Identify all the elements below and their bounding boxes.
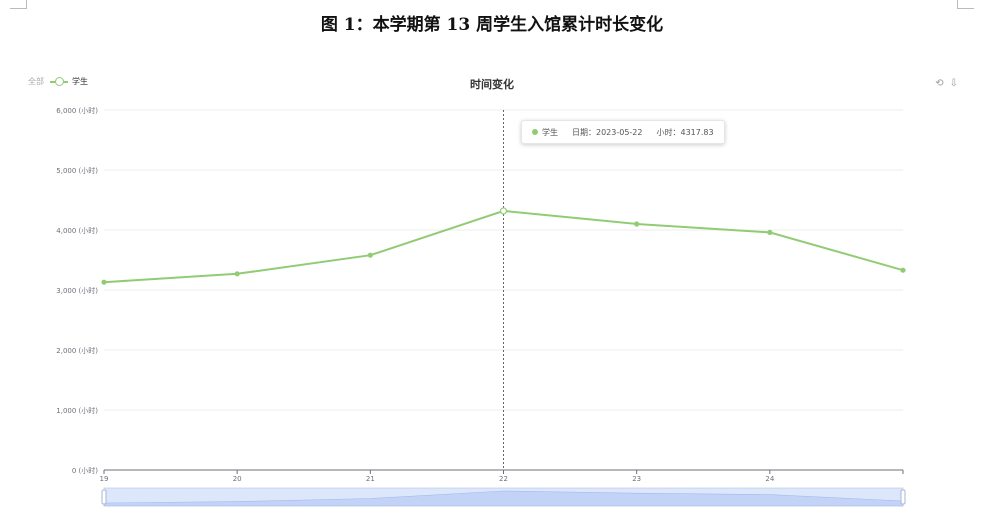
tooltip-date: 日期：2023-05-22	[572, 127, 643, 137]
data-point	[367, 252, 373, 258]
x-tick-label: 19	[100, 475, 109, 483]
tooltip-series-dot-icon	[532, 129, 538, 135]
y-tick-label: 0 (小时)	[72, 466, 98, 475]
tooltip-series-name: 学生	[542, 127, 558, 137]
data-point	[767, 229, 773, 235]
x-tick-label: 23	[632, 475, 641, 483]
x-tick-label: 21	[366, 475, 375, 483]
y-tick-label: 5,000 (小时)	[56, 166, 98, 175]
x-tick-label: 22	[499, 475, 508, 483]
data-point	[634, 221, 640, 227]
x-tick-label: 20	[233, 475, 242, 483]
data-point	[900, 267, 906, 273]
y-tick-label: 4,000 (小时)	[56, 226, 98, 235]
data-zoom-slider	[101, 487, 906, 507]
data-point	[101, 279, 107, 285]
tooltip-value: 小时：4317.83	[656, 127, 714, 137]
data-point	[234, 271, 240, 277]
y-tick-label: 3,000 (小时)	[56, 286, 98, 295]
y-tick-label: 6,000 (小时)	[56, 106, 98, 115]
zoom-handle-right[interactable]	[900, 489, 906, 505]
x-tick-label: 24	[765, 475, 774, 483]
y-tick-label: 2,000 (小时)	[56, 346, 98, 355]
y-axis-tick-labels: 0 (小时) 1,000 (小时) 2,000 (小时) 3,000 (小时) 4,00…	[56, 106, 98, 475]
y-tick-label: 1,000 (小时)	[56, 406, 98, 415]
zoom-selection-window	[104, 488, 903, 506]
zoom-handle-left[interactable]	[101, 489, 107, 505]
chart-tooltip: 学生 日期：2023-05-22 小时：4317.83	[521, 120, 725, 144]
line-chart: 0 (小时) 1,000 (小时) 2,000 (小时) 3,000 (小时) 4,00…	[56, 106, 906, 507]
data-point	[499, 207, 508, 215]
x-axis: 19 20 21 22 23 24	[100, 469, 904, 483]
